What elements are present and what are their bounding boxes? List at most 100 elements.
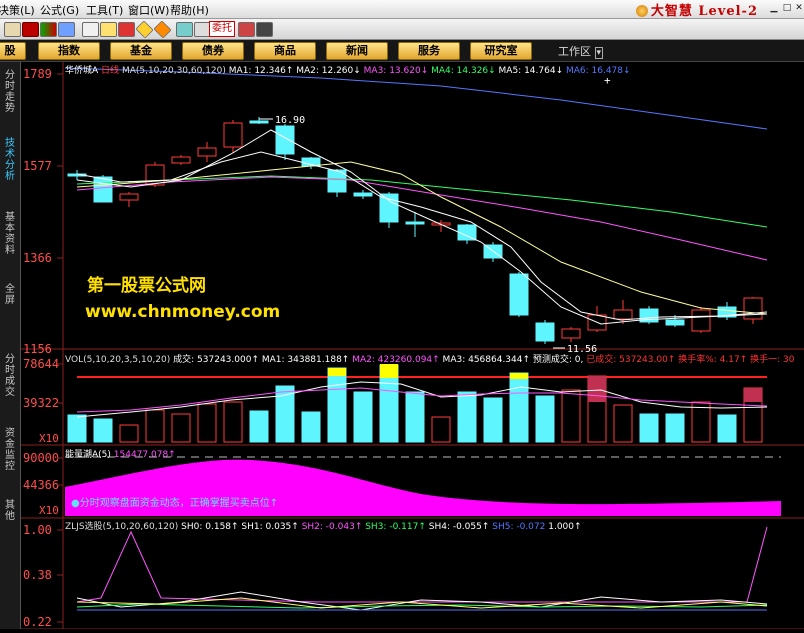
tab-ticks[interactable]: 分时成交 <box>3 354 17 398</box>
ma-line-2 <box>76 176 768 261</box>
chart-area[interactable]: 1789 1577 1366 1156 78644 39322 90000 44366 1.00… <box>21 62 804 630</box>
watermark-title: 第一股票公式网 <box>87 276 206 296</box>
volume-pane-header: VOL(5,10,20,3,5,10,20) 成交: 537243.000↑ M… <box>65 352 794 365</box>
candle-body-24 <box>691 309 711 332</box>
ma-line-1 <box>76 175 768 228</box>
vol-bar-11 <box>353 391 373 443</box>
tab-intraday[interactable]: 分时走势 <box>3 70 17 114</box>
vol-bar-23 <box>665 413 685 443</box>
tool-bar: 委托 <box>0 19 804 40</box>
energy-tick-1: 44366 <box>23 478 59 492</box>
vol-bar-8 <box>275 385 295 443</box>
zljs-tick-1: 0.38 <box>23 568 52 582</box>
candle-body-15 <box>457 224 477 241</box>
price-pane-header: 华侨城A 日线 MA(5,10,20,30,60,120) MA1: 12.34… <box>65 63 631 76</box>
vol-item-1: MA1: 343881.188↑ <box>259 355 350 365</box>
price-tick-0: 1789 <box>23 67 52 81</box>
vol-unit: X10 <box>39 432 59 445</box>
tab-technical[interactable]: 技术分析 <box>3 138 17 182</box>
vol-highlight-4 <box>744 388 762 402</box>
candle-body-2 <box>119 193 139 201</box>
price-tick-1: 1577 <box>23 159 52 173</box>
vol-highlight-3 <box>588 376 606 402</box>
nav-bond-button[interactable]: 债券 <box>182 42 244 60</box>
nav-news-button[interactable]: 新闻 <box>326 42 388 60</box>
vol-bar-10 <box>327 367 347 443</box>
vol-item-2: MA2: 423260.094↑ <box>349 355 440 365</box>
vol-highlight-0 <box>328 368 346 376</box>
zljs-line-3 <box>76 597 768 609</box>
close-icon[interactable]: ✕ <box>793 2 804 14</box>
menu-tools[interactable]: 工具(T) <box>86 2 123 18</box>
candle-body-23 <box>665 319 685 326</box>
zljs-title: ZLJS选股(5,10,20,60,120) <box>65 522 179 532</box>
kline-chart[interactable]: 1789 1577 1366 115678644 39322 90000 44366 1.00… <box>21 62 804 630</box>
tab-fullscreen[interactable]: 全屏 <box>3 284 17 306</box>
vol-item-3: MA3: 456864.344↑ <box>439 355 531 365</box>
vol-bar-14 <box>431 416 451 443</box>
ma-item-5: MA6: 16.478↓ <box>563 66 631 76</box>
zljs-item-1: SH1: 0.035↑ <box>238 522 299 532</box>
minimize-icon[interactable]: ▁ <box>768 2 780 14</box>
tab-fundamentals[interactable]: 基本资料 <box>3 212 17 256</box>
ma-item-0: MA1: 12.346↑ <box>228 66 294 76</box>
ma-line-0 <box>64 67 768 130</box>
nav-fund-button[interactable]: 基金 <box>110 42 172 60</box>
ma-item-4: MA5: 14.764↓ <box>495 66 564 76</box>
kline-icon[interactable] <box>118 22 135 37</box>
energy-unit: X10 <box>39 504 59 517</box>
vol-bar-22 <box>639 413 659 443</box>
vol-bar-25 <box>717 414 737 443</box>
nav-stock-button[interactable]: 股 <box>0 42 26 60</box>
candle-body-6 <box>223 122 243 148</box>
diamond-orange-icon[interactable] <box>153 20 172 39</box>
price-tick-2: 1366 <box>23 251 52 265</box>
report-icon[interactable] <box>4 22 21 37</box>
list-icon[interactable] <box>82 22 99 37</box>
vol-legend: 成交: 537243.000↑ MA1: 343881.188↑ MA2: 42… <box>173 355 794 365</box>
menu-decision[interactable]: 决策(L) <box>0 2 35 18</box>
energy-pane-header: 能量潮A(5) 154477.078↑ <box>65 447 176 460</box>
nav-index-button[interactable]: 指数 <box>38 42 100 60</box>
barcode-icon[interactable] <box>256 22 273 37</box>
high-label: 16.90 <box>275 115 305 126</box>
vol-bar-17 <box>509 372 529 443</box>
nav-research-button[interactable]: 研究室 <box>470 42 532 60</box>
mail-icon[interactable] <box>176 22 193 37</box>
candle-body-1 <box>93 176 113 203</box>
tab-fund-monitor[interactable]: 资金监控 <box>3 428 17 472</box>
zljs-item-2: SH2: -0.043↑ <box>298 522 363 532</box>
trade-button[interactable]: 委托 <box>209 21 235 37</box>
nav-bar: 股 指数 基金 债券 商品 新闻 服务 研究室 工作区 ▾ <box>0 40 804 62</box>
maximize-icon[interactable]: □ <box>781 2 793 14</box>
books-icon[interactable] <box>238 22 255 37</box>
vol-bar-13 <box>405 391 425 443</box>
ma-item-2: MA3: 13.620↓ <box>360 66 429 76</box>
diamond-icon[interactable] <box>135 20 154 39</box>
vol-bar-3 <box>145 409 165 443</box>
brand-label: 大智慧 Level-2 <box>650 4 758 19</box>
vol-bar-19 <box>561 389 581 443</box>
chart-icon[interactable] <box>58 22 75 37</box>
workzone-menu[interactable]: 工作区 ▾ <box>558 43 604 59</box>
zljs-line-1 <box>76 591 768 611</box>
star-icon[interactable] <box>100 22 117 37</box>
flag-icon[interactable] <box>22 22 39 37</box>
watermark-url: www.chnmoney.com <box>85 302 281 322</box>
nav-commodity-button[interactable]: 商品 <box>254 42 316 60</box>
zljs-pane-header: ZLJS选股(5,10,20,60,120) SH0: 0.158↑ SH1: … <box>65 519 582 532</box>
grid-icon[interactable] <box>40 22 57 37</box>
menu-formula[interactable]: 公式(G) <box>40 2 79 18</box>
vol-bar-16 <box>483 397 503 443</box>
vol-item-0: 成交: 537243.000↑ <box>173 355 259 365</box>
dropdown-icon[interactable]: ▾ <box>594 47 604 59</box>
menu-window[interactable]: 窗口(W) <box>128 2 169 18</box>
tab-other[interactable]: 其他 <box>3 500 17 522</box>
vol-bar-1 <box>93 418 113 443</box>
zljs-item-6: 1.000↑ <box>545 522 582 532</box>
nav-service-button[interactable]: 服务 <box>398 42 460 60</box>
workzone-label: 工作区 <box>558 45 591 58</box>
menu-help[interactable]: 帮助(H) <box>170 2 209 18</box>
candle-body-4 <box>171 156 191 164</box>
vol-bar-2 <box>119 424 139 443</box>
